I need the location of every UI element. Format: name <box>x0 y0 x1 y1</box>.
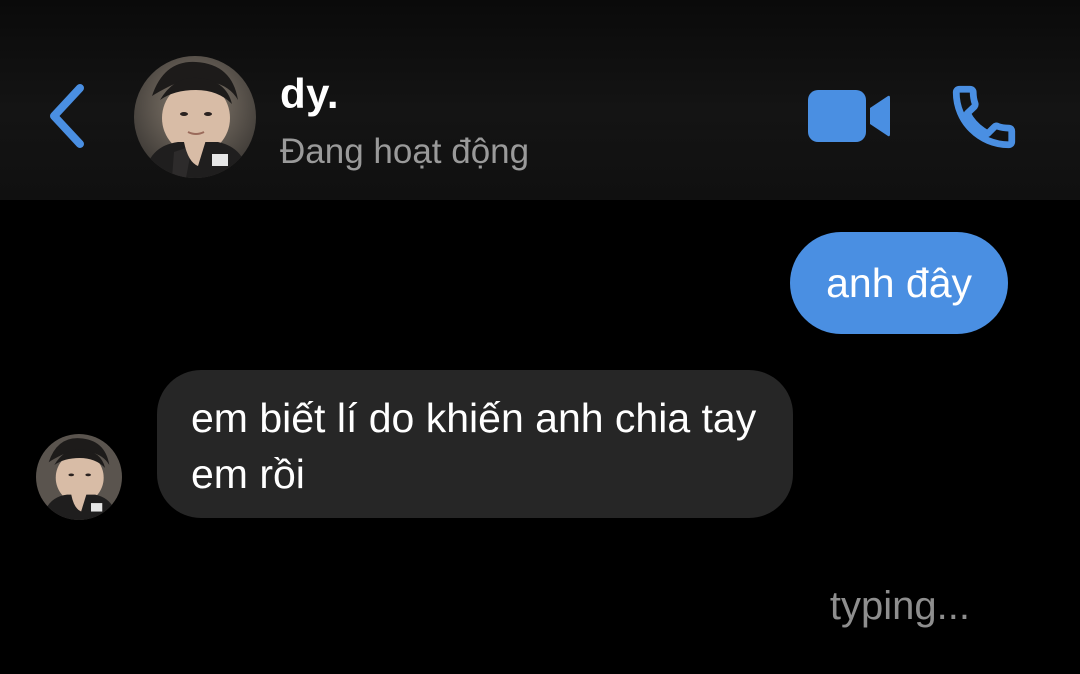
contact-status: Đang hoạt động <box>280 132 530 171</box>
avatar-photo <box>36 434 122 520</box>
avatar-photo <box>134 56 256 178</box>
phone-icon <box>952 85 1016 149</box>
message-text: anh đây <box>826 259 972 306</box>
video-call-button[interactable] <box>806 86 892 146</box>
sender-avatar[interactable] <box>36 434 122 520</box>
message-text: em biết lí do khiến anh chia tay em rồi <box>191 395 757 497</box>
outgoing-message-bubble[interactable]: anh đây <box>790 232 1008 334</box>
chevron-left-icon <box>50 84 84 148</box>
typing-indicator: typing... <box>829 584 970 628</box>
contact-avatar[interactable] <box>134 56 256 178</box>
chat-header: dy. Đang hoạt động <box>0 0 1080 200</box>
video-camera-icon <box>808 90 890 142</box>
incoming-message-bubble[interactable]: em biết lí do khiến anh chia tay em rồi <box>157 370 793 518</box>
back-button[interactable] <box>40 78 92 154</box>
contact-name[interactable]: dy. <box>280 70 339 118</box>
voice-call-button[interactable] <box>946 80 1022 154</box>
chat-screen: dy. Đang hoạt động anh đây em biết lí do… <box>0 0 1080 674</box>
